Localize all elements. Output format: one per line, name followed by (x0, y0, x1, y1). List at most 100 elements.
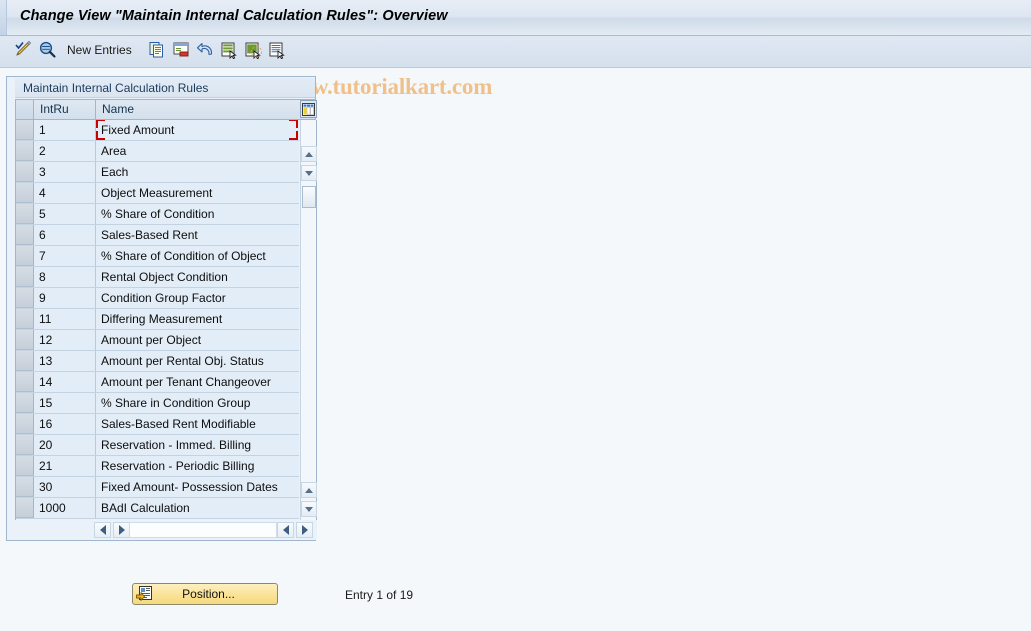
undo-change-button[interactable] (195, 40, 215, 62)
row-select-button[interactable] (16, 225, 34, 245)
cell-name[interactable]: Reservation - Immed. Billing (96, 435, 299, 455)
row-select-button[interactable] (16, 141, 34, 161)
table-row[interactable]: 16 Sales-Based Rent Modifiable (16, 414, 299, 435)
cell-name[interactable]: Fixed Amount- Possession Dates (96, 477, 299, 497)
select-all-button[interactable] (219, 40, 239, 62)
table-row[interactable]: 20 Reservation - Immed. Billing (16, 435, 299, 456)
scroll-page-left-button[interactable] (277, 522, 294, 538)
position-button[interactable]: Position... (132, 583, 278, 605)
table-row[interactable]: 8 Rental Object Condition (16, 267, 299, 288)
column-settings-icon[interactable] (300, 100, 317, 118)
cell-intru[interactable]: 4 (34, 183, 96, 203)
horizontal-scroll-track[interactable] (129, 522, 277, 538)
cell-intru[interactable]: 13 (34, 351, 96, 371)
cell-intru[interactable]: 20 (34, 435, 96, 455)
row-select-button[interactable] (16, 372, 34, 392)
cell-intru[interactable]: 14 (34, 372, 96, 392)
cell-intru[interactable]: 16 (34, 414, 96, 434)
scroll-page-right-button[interactable] (296, 522, 313, 538)
table-row[interactable]: 30 Fixed Amount- Possession Dates (16, 477, 299, 498)
column-header-intru[interactable]: IntRu (34, 100, 96, 119)
row-select-button[interactable] (16, 414, 34, 434)
cell-intru[interactable]: 9 (34, 288, 96, 308)
copy-as-button[interactable] (147, 40, 167, 62)
new-entries-button[interactable]: New Entries (67, 43, 132, 57)
scroll-down-button[interactable] (301, 165, 317, 181)
table-row[interactable]: 2 Area (16, 141, 299, 162)
cell-intru[interactable]: 12 (34, 330, 96, 350)
cell-name[interactable]: Amount per Rental Obj. Status (96, 351, 299, 371)
cell-name[interactable]: Condition Group Factor (96, 288, 299, 308)
cell-name[interactable]: Reservation - Periodic Billing (96, 456, 299, 476)
cell-name[interactable]: % Share of Condition (96, 204, 299, 224)
scroll-left-button[interactable] (94, 522, 111, 538)
cell-name[interactable]: Object Measurement (96, 183, 299, 203)
scroll-page-down-button[interactable] (301, 501, 317, 517)
cell-intru[interactable]: 1 (34, 120, 96, 140)
table-row[interactable]: 15% Share in Condition Group (16, 393, 299, 414)
table-row[interactable]: 6 Sales-Based Rent (16, 225, 299, 246)
cell-intru[interactable]: 7 (34, 246, 96, 266)
cell-intru[interactable]: 6 (34, 225, 96, 245)
display-change-button[interactable] (13, 40, 33, 62)
table-row[interactable]: 1 Fixed Amount (16, 120, 299, 141)
cell-name[interactable]: Sales-Based Rent (96, 225, 299, 245)
cell-name[interactable]: Area (96, 141, 299, 161)
table-row[interactable]: 1000 BAdI Calculation (16, 498, 299, 519)
deselect-all-button[interactable] (243, 40, 263, 62)
row-select-button[interactable] (16, 162, 34, 182)
cell-name[interactable]: Sales-Based Rent Modifiable (96, 414, 299, 434)
table-row[interactable]: 14 Amount per Tenant Changeover (16, 372, 299, 393)
cell-intru[interactable]: 30 (34, 477, 96, 497)
row-select-button[interactable] (16, 498, 34, 518)
check-entries-button[interactable] (37, 40, 57, 62)
cell-name[interactable]: Amount per Tenant Changeover (96, 372, 299, 392)
row-select-button[interactable] (16, 246, 34, 266)
scroll-up-button[interactable] (301, 146, 317, 162)
vertical-scrollbar[interactable] (300, 120, 317, 520)
row-select-button[interactable] (16, 351, 34, 371)
table-row[interactable]: 12 Amount per Object (16, 330, 299, 351)
row-select-button[interactable] (16, 288, 34, 308)
cell-name[interactable]: % Share in Condition Group (96, 393, 299, 413)
cell-intru[interactable]: 5 (34, 204, 96, 224)
cell-name[interactable]: Differing Measurement (96, 309, 299, 329)
row-select-button[interactable] (16, 477, 34, 497)
row-select-button[interactable] (16, 393, 34, 413)
row-select-button[interactable] (16, 456, 34, 476)
table-row[interactable]: 9 Condition Group Factor (16, 288, 299, 309)
row-select-button[interactable] (16, 330, 34, 350)
row-select-button[interactable] (16, 120, 34, 140)
row-select-button[interactable] (16, 183, 34, 203)
cell-intru[interactable]: 11 (34, 309, 96, 329)
row-select-button[interactable] (16, 204, 34, 224)
cell-intru[interactable]: 8 (34, 267, 96, 287)
cell-intru[interactable]: 3 (34, 162, 96, 182)
table-row[interactable]: 21 Reservation - Periodic Billing (16, 456, 299, 477)
row-select-button[interactable] (16, 309, 34, 329)
variable-list-button[interactable] (267, 40, 287, 62)
cell-intru[interactable]: 1000 (34, 498, 96, 518)
table-row[interactable]: 7% Share of Condition of Object (16, 246, 299, 267)
cell-name[interactable]: Fixed Amount (96, 120, 299, 140)
cell-name[interactable]: % Share of Condition of Object (96, 246, 299, 266)
table-row[interactable]: 13 Amount per Rental Obj. Status (16, 351, 299, 372)
cell-name[interactable]: BAdI Calculation (96, 498, 299, 518)
row-select-button[interactable] (16, 267, 34, 287)
cell-intru[interactable]: 2 (34, 141, 96, 161)
vertical-scroll-thumb[interactable] (302, 186, 316, 208)
cell-name[interactable]: Rental Object Condition (96, 267, 299, 287)
scroll-page-up-button[interactable] (301, 482, 317, 498)
cell-name[interactable]: Amount per Object (96, 330, 299, 350)
cell-name[interactable]: Each (96, 162, 299, 182)
header-select-all-cell[interactable] (16, 100, 34, 119)
column-header-name[interactable]: Name (96, 100, 295, 119)
horizontal-scrollbar[interactable] (15, 520, 317, 540)
table-row[interactable]: 5% Share of Condition (16, 204, 299, 225)
cell-intru[interactable]: 15 (34, 393, 96, 413)
table-row[interactable]: 4 Object Measurement (16, 183, 299, 204)
cell-intru[interactable]: 21 (34, 456, 96, 476)
table-row[interactable]: 11 Differing Measurement (16, 309, 299, 330)
delete-button[interactable] (171, 40, 191, 62)
row-select-button[interactable] (16, 435, 34, 455)
